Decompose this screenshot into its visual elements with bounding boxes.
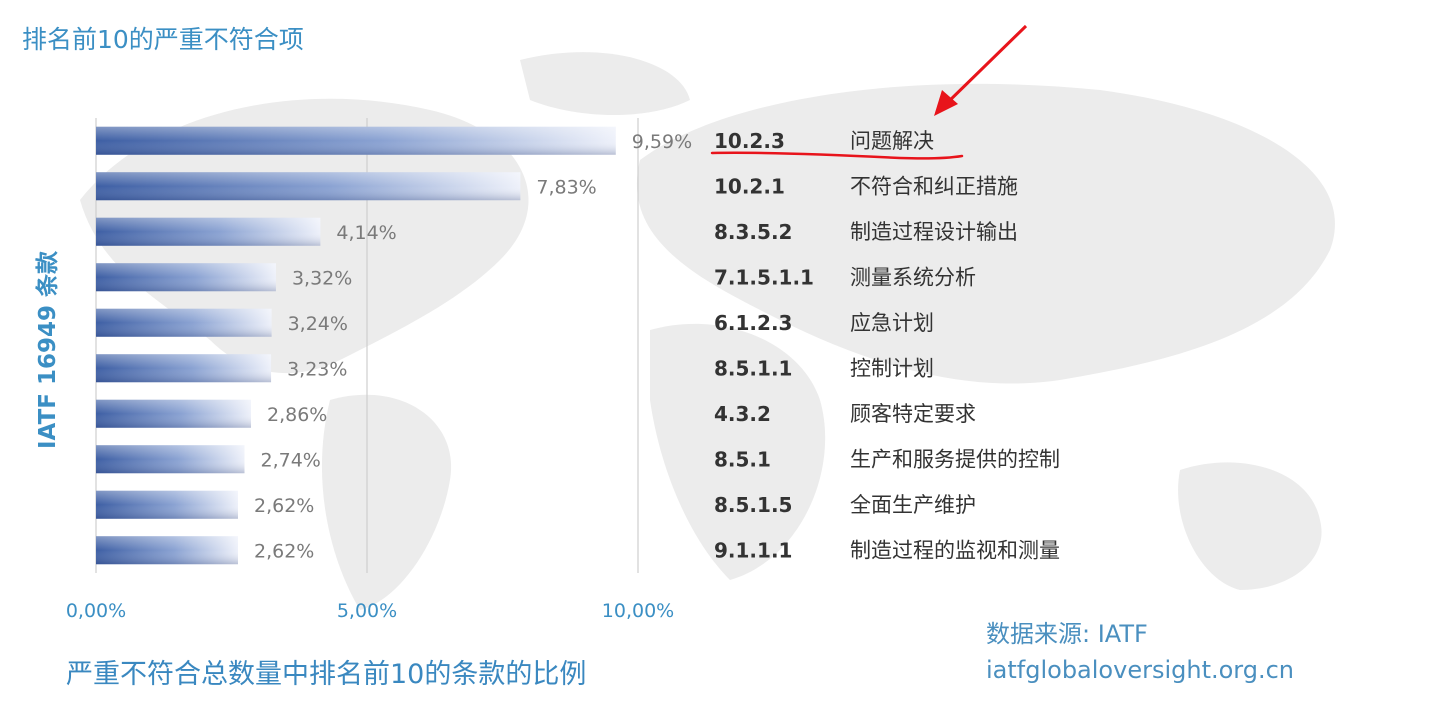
clause-number: 8.5.1.1 [714,356,792,380]
clause-description: 测量系统分析 [850,265,976,289]
data-label: 7,83% [536,176,596,198]
x-tick-label: 10,00% [602,600,674,622]
bar-shade [96,354,272,383]
bar-shade [96,217,321,246]
clause-description: 不符合和纠正措施 [850,174,1018,198]
bar-chart: 9,59% 10.2.3 问题解决 7,83% 10.2.1 不符合和纠正措施 4,14% 8… [66,24,1060,622]
bar-shade [96,308,272,337]
clause-description: 应急计划 [850,311,934,335]
bar-shade [96,126,616,155]
clause-number: 8.5.1.5 [714,493,792,517]
clause-description: 顾客特定要求 [850,402,976,426]
data-label: 4,14% [336,222,396,244]
clause-description: 控制计划 [850,356,934,380]
clause-number: 7.1.5.1.1 [714,265,814,289]
clause-number: 8.3.5.2 [714,220,792,244]
clause-description: 问题解决 [850,129,934,153]
chart-subtitle: 严重不符合总数量中排名前10的条款的比例 [66,659,587,690]
bar-shade [96,399,252,428]
bar-shade [96,445,245,474]
clause-description: 制造过程设计输出 [850,220,1018,244]
data-label: 3,23% [287,358,347,380]
data-label: 2,62% [254,540,314,562]
data-label: 9,59% [632,131,692,153]
clause-number: 9.1.1.1 [714,538,792,562]
data-source-label: 数据来源: IATF [986,620,1148,648]
clause-number: 10.2.1 [714,174,785,198]
data-source-url: iatfglobaloversight.org.cn [986,656,1295,684]
clause-description: 全面生产维护 [850,493,976,517]
data-label: 3,24% [288,313,348,335]
clause-number: 8.5.1 [714,447,771,471]
annotation-underline [710,151,964,160]
data-label: 2,86% [267,404,327,426]
bar-shade [96,536,239,565]
data-label: 3,32% [292,267,352,289]
clause-description: 制造过程的监视和测量 [850,538,1060,562]
bar-shade [96,490,239,519]
chart-canvas: 排名前10的严重不符合项 IATF 16949 条款 9,59% 10.2.3 问题… [0,0,1439,714]
clause-number: 6.1.2.3 [714,311,792,335]
clause-number: 4.3.2 [714,402,771,426]
data-label: 2,74% [261,449,321,471]
x-tick-label: 5,00% [337,600,397,622]
annotation-arrow-icon [942,24,1028,108]
x-tick-label: 0,00% [66,600,126,622]
clause-number: 10.2.3 [714,129,785,153]
bar-shade [96,172,521,201]
clause-description: 生产和服务提供的控制 [850,447,1060,471]
data-label: 2,62% [254,495,314,517]
bar-shade [96,263,276,292]
